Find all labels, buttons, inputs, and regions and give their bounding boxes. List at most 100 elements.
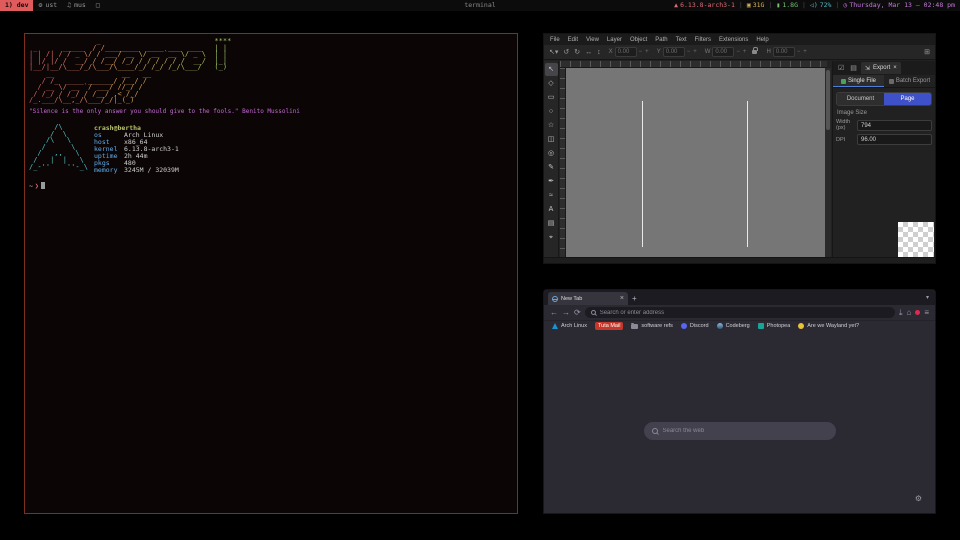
- inkscape-window[interactable]: File Edit View Layer Object Path Text Fi…: [543, 33, 936, 264]
- bookmark-are-we-wayland-yet[interactable]: Are we Wayland yet?: [798, 323, 859, 329]
- shell-prompt[interactable]: ~❯: [29, 182, 513, 190]
- x-input[interactable]: 0.00: [615, 47, 637, 57]
- workspace-tag-ust[interactable]: ⚙ust: [33, 0, 62, 11]
- dpi-input[interactable]: 96.00: [857, 134, 932, 145]
- calligraphy-tool[interactable]: ≈: [545, 189, 558, 202]
- bookmark-software-refs[interactable]: software refs: [631, 323, 672, 329]
- menu-path[interactable]: Path: [655, 37, 667, 43]
- url-input[interactable]: [600, 310, 889, 316]
- dock-tabs: ☑ ▤ ⇲ Export ×: [833, 61, 935, 75]
- x-minus-button[interactable]: −: [638, 49, 644, 55]
- selection-mode-icon[interactable]: ↖▾: [548, 47, 559, 58]
- close-icon[interactable]: ×: [893, 65, 897, 71]
- width-input[interactable]: 794: [857, 120, 932, 131]
- x-field: X 0.00 − +: [609, 47, 650, 57]
- w-plus-button[interactable]: +: [742, 49, 748, 55]
- dpi-label: DPI: [836, 137, 854, 143]
- fortune-quote: "Silence is the only answer you should g…: [29, 108, 513, 116]
- y-plus-button[interactable]: +: [692, 49, 698, 55]
- text-cursor: [41, 182, 45, 189]
- menu-icon[interactable]: ≡: [924, 308, 929, 317]
- pencil-tool[interactable]: ✎: [545, 161, 558, 174]
- fetch-info: crash@bertha osArch Linux hostx86_64 ker…: [94, 124, 179, 174]
- menu-help[interactable]: Help: [756, 37, 768, 43]
- h-plus-button[interactable]: +: [802, 49, 808, 55]
- canvas[interactable]: [566, 68, 827, 257]
- bookmark-discord[interactable]: Discord: [681, 323, 709, 329]
- terminal-window[interactable]: _ **** _ _____ / /________ ____ ___ ___ …: [24, 33, 518, 514]
- menu-filters[interactable]: Filters: [695, 37, 711, 43]
- document-button[interactable]: Document: [837, 93, 884, 105]
- ram-icon: ▮: [776, 0, 780, 11]
- bookmark-arch-linux[interactable]: Arch Linux: [552, 323, 587, 329]
- lock-ratio-icon[interactable]: [752, 50, 757, 54]
- export-panel-tab[interactable]: ⇲ Export ×: [861, 62, 901, 74]
- browser-window[interactable]: New Tab × + ▾ ← → ⟳ ⤓ ⌂ ≡ Arch Linux Tut…: [543, 289, 936, 514]
- tab-batch-export[interactable]: Batch Export: [884, 75, 935, 87]
- forward-icon[interactable]: →: [562, 308, 570, 317]
- y-input[interactable]: 0.00: [663, 47, 685, 57]
- web-search-box[interactable]: [644, 422, 836, 440]
- star-tool[interactable]: ☆: [545, 119, 558, 132]
- box-tool[interactable]: ◫: [545, 133, 558, 146]
- tab-close-icon[interactable]: ×: [620, 295, 624, 302]
- h-input[interactable]: 0.00: [773, 47, 795, 57]
- workspace-tag-dev[interactable]: 1) dev: [0, 0, 33, 11]
- objects-panel-icon[interactable]: ☑: [836, 64, 846, 72]
- rectangle-tool[interactable]: ▭: [545, 91, 558, 104]
- layers-panel-icon[interactable]: ▤: [848, 64, 859, 72]
- menu-view[interactable]: View: [586, 37, 599, 43]
- canvas-scrollbar[interactable]: [825, 68, 831, 257]
- workspace-tag-scratch[interactable]: □: [91, 0, 105, 11]
- spiral-tool[interactable]: ◎: [545, 147, 558, 160]
- rotate-cw-icon[interactable]: ↻: [573, 47, 581, 58]
- h-minus-button[interactable]: −: [796, 49, 802, 55]
- ascii-art-back: __ __ __ / /_ ____ ______/ /__/ / / __ \…: [29, 71, 513, 104]
- snap-toggle-icon[interactable]: ⊞: [923, 47, 931, 58]
- page-button[interactable]: Page: [884, 93, 931, 105]
- text-tool[interactable]: A: [545, 203, 558, 216]
- bookmark-photopea[interactable]: Photopea: [758, 323, 791, 329]
- ascii-art-welcome: _ **** _ _____ / /________ ____ ___ ___ …: [29, 38, 513, 71]
- ellipse-tool[interactable]: ○: [545, 105, 558, 118]
- back-icon[interactable]: ←: [550, 308, 558, 317]
- dropper-tool[interactable]: ⌖: [545, 231, 558, 244]
- scrollbar-thumb[interactable]: [826, 70, 830, 130]
- inkscape-statusbar: [544, 257, 935, 263]
- home-icon[interactable]: ⌂: [906, 308, 911, 317]
- menu-layer[interactable]: Layer: [607, 37, 622, 43]
- flip-horizontal-icon[interactable]: ↔: [584, 47, 593, 58]
- list-tabs-icon[interactable]: ▾: [926, 292, 931, 305]
- menu-file[interactable]: File: [550, 37, 560, 43]
- recording-indicator[interactable]: [915, 310, 920, 315]
- menu-edit[interactable]: Edit: [568, 37, 578, 43]
- url-bar[interactable]: [585, 307, 895, 318]
- web-search-input[interactable]: [663, 428, 828, 434]
- rotate-ccw-icon[interactable]: ↺: [562, 47, 570, 58]
- bookmark-tuta-mail[interactable]: Tuta Mail: [595, 322, 623, 330]
- tab-new-tab[interactable]: New Tab ×: [548, 292, 628, 305]
- selector-tool[interactable]: ↖: [545, 63, 558, 76]
- pen-tool[interactable]: ✒: [545, 175, 558, 188]
- new-tab-button[interactable]: +: [632, 292, 637, 305]
- menu-text[interactable]: Text: [676, 37, 687, 43]
- flip-vertical-icon[interactable]: ↕: [596, 47, 602, 58]
- status-segments: ▲6.13.8-arch3-1 | ▣31G | ▮1.8G | ◁)72% |…: [674, 0, 960, 11]
- y-minus-button[interactable]: −: [686, 49, 692, 55]
- personalize-gear-icon[interactable]: ⚙: [915, 494, 922, 503]
- system-fetch: /\ / \ /\ \ / \ / ,, \ / | | \ /_-'' ''-…: [29, 124, 513, 174]
- x-plus-button[interactable]: +: [644, 49, 650, 55]
- workspace-tag-mus[interactable]: ♫mus: [62, 0, 91, 11]
- export-scope-buttons: Document Page: [836, 92, 932, 106]
- w-input[interactable]: 0.00: [712, 47, 734, 57]
- node-tool[interactable]: ◇: [545, 77, 558, 90]
- gradient-tool[interactable]: ▤: [545, 217, 558, 230]
- menu-object[interactable]: Object: [630, 37, 647, 43]
- w-minus-button[interactable]: −: [735, 49, 741, 55]
- tab-single-file[interactable]: Single File: [833, 75, 884, 87]
- menubar: File Edit View Layer Object Path Text Fi…: [544, 34, 935, 45]
- download-icon[interactable]: ⤓: [899, 308, 903, 318]
- menu-extensions[interactable]: Extensions: [719, 37, 748, 43]
- reload-icon[interactable]: ⟳: [574, 308, 581, 317]
- bookmark-codeberg[interactable]: Codeberg: [717, 323, 750, 329]
